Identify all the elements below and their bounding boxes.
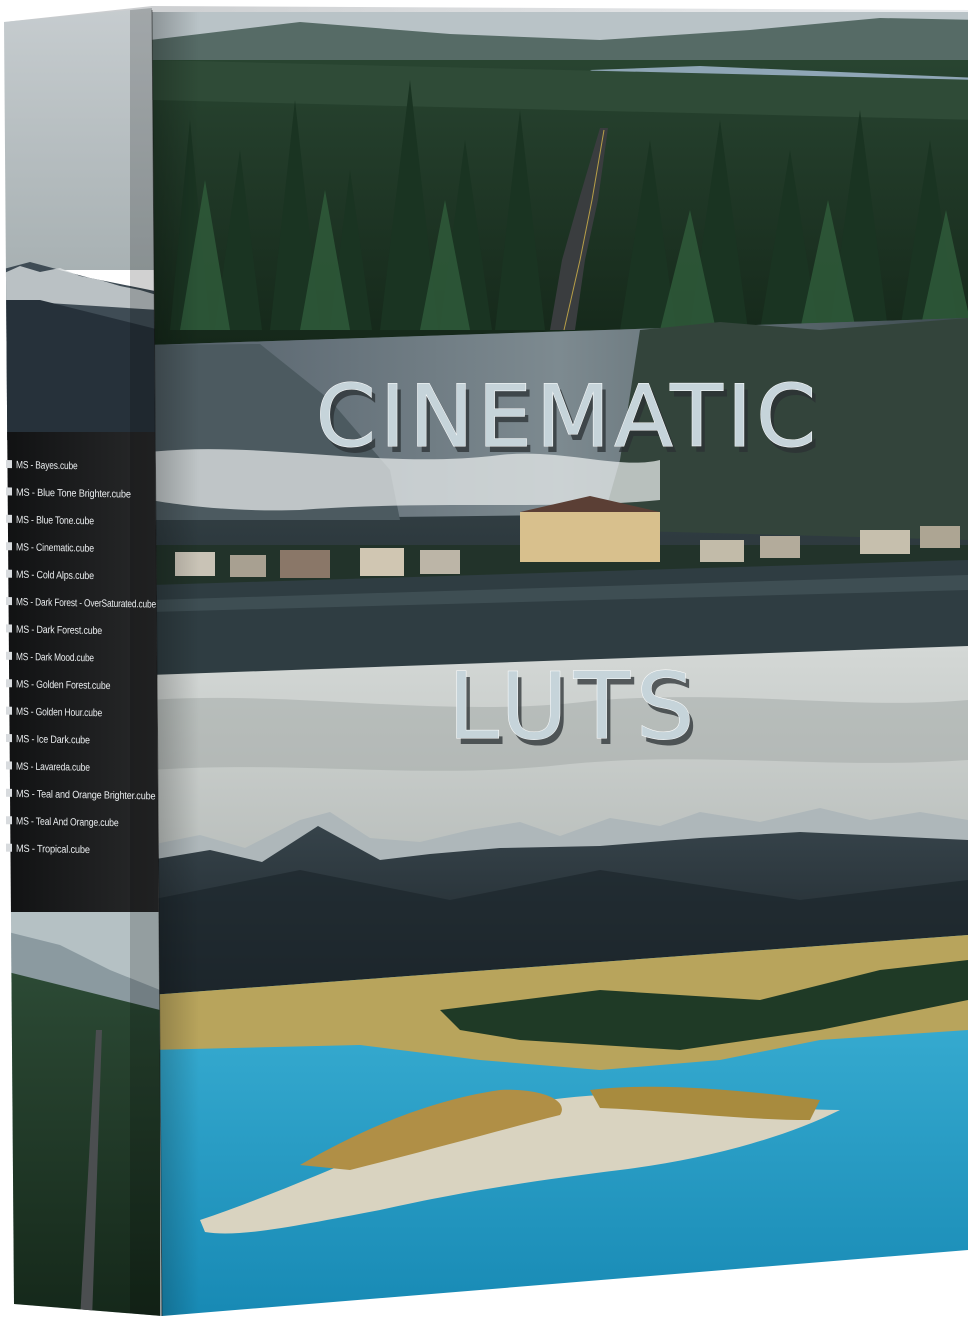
- file-name: MS - Cold Alps.cube: [16, 569, 94, 582]
- spine-file-item: MS - Bayes.cube: [6, 459, 78, 472]
- file-checkbox-icon: [6, 788, 12, 797]
- spine-file-item: MS - Teal And Orange.cube: [6, 815, 119, 829]
- spine-file-item: MS - Blue Tone.cube: [6, 514, 94, 527]
- spine-file-item: MS - Golden Hour.cube: [6, 706, 102, 720]
- spine-file-item: MS - Dark Forest.cube: [6, 624, 102, 638]
- file-checkbox-icon: [6, 460, 12, 469]
- file-name: MS - Cinematic.cube: [16, 541, 94, 554]
- file-name: MS - Golden Hour.cube: [16, 706, 102, 720]
- file-checkbox-icon: [6, 487, 12, 496]
- file-name: MS - Dark Forest - OverSaturated.cube: [16, 596, 156, 610]
- file-name: MS - Teal and Orange Brighter.cube: [16, 788, 156, 802]
- spine-file-item: MS - Cold Alps.cube: [6, 569, 94, 582]
- product-box: MS - Bayes.cube MS - Blue Tone Brighter.c…: [4, 6, 968, 1317]
- file-checkbox-icon: [6, 569, 12, 578]
- file-name: MS - Dark Forest.cube: [16, 624, 102, 638]
- file-checkbox-icon: [6, 816, 12, 825]
- file-name: MS - Blue Tone.cube: [16, 514, 94, 527]
- file-checkbox-icon: [6, 542, 12, 551]
- file-checkbox-icon: [6, 651, 12, 660]
- spine-file-item: MS - Dark Mood.cube: [6, 651, 94, 664]
- file-name: MS - Bayes.cube: [16, 459, 78, 472]
- file-name: MS - Dark Mood.cube: [16, 651, 94, 664]
- spine-file-item: MS - Blue Tone Brighter.cube: [6, 487, 131, 501]
- file-checkbox-icon: [6, 597, 12, 606]
- file-checkbox-icon: [6, 679, 12, 688]
- spine-file-item: MS - Ice Dark.cube: [6, 733, 90, 746]
- file-name: MS - Teal And Orange.cube: [16, 815, 119, 829]
- file-name: MS - Lavareda.cube: [16, 761, 90, 774]
- file-name: MS - Blue Tone Brighter.cube: [16, 487, 131, 501]
- spine-file-item: MS - Tropical.cube: [6, 843, 90, 856]
- file-name: MS - Ice Dark.cube: [16, 733, 90, 746]
- title-line2: LUTS: [448, 653, 701, 760]
- file-name: MS - Golden Forest.cube: [16, 678, 111, 692]
- file-checkbox-icon: [6, 734, 12, 743]
- spine-file-item: MS - Cinematic.cube: [6, 541, 94, 555]
- spine-file-item: MS - Lavareda.cube: [6, 761, 90, 774]
- spine-file-item: MS - Golden Forest.cube: [6, 678, 111, 692]
- file-name: MS - Tropical.cube: [16, 843, 90, 856]
- file-checkbox-icon: [6, 624, 12, 633]
- file-checkbox-icon: [6, 706, 12, 715]
- file-checkbox-icon: [6, 761, 12, 770]
- file-checkbox-icon: [6, 514, 12, 523]
- title-line1: CINEMATIC: [316, 367, 820, 467]
- file-checkbox-icon: [6, 843, 12, 852]
